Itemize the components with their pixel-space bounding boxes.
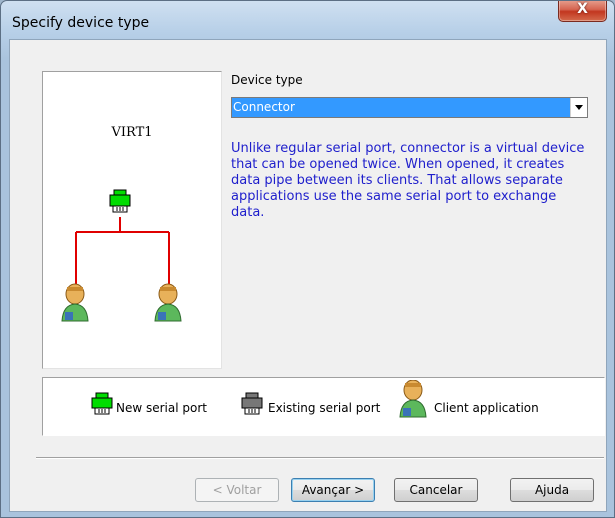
link-lines bbox=[75, 217, 170, 285]
new-serial-port-icon bbox=[109, 189, 131, 213]
new-serial-port-icon bbox=[91, 392, 113, 415]
chevron-down-icon bbox=[575, 105, 583, 110]
existing-serial-port-icon bbox=[241, 392, 263, 415]
legend-panel: New serial port Existing serial port Cli… bbox=[42, 377, 605, 436]
client-app-icon bbox=[399, 380, 427, 418]
close-button[interactable]: X bbox=[558, 1, 607, 22]
cancel-button[interactable]: Cancelar bbox=[394, 478, 478, 502]
device-type-label: Device type bbox=[231, 73, 303, 87]
next-button[interactable]: Avançar > bbox=[291, 478, 375, 502]
legend-new-port-label: New serial port bbox=[116, 401, 207, 415]
client-app-icon-left bbox=[61, 283, 89, 322]
back-button[interactable]: < Voltar bbox=[195, 478, 279, 502]
client-app-icon-right bbox=[154, 283, 182, 322]
legend-client-app-label: Client application bbox=[434, 401, 539, 415]
device-diagram: VIRT1 bbox=[42, 71, 222, 369]
dropdown-arrow-button[interactable] bbox=[570, 98, 587, 117]
separator-line bbox=[36, 457, 604, 459]
device-type-select[interactable]: Connector bbox=[231, 97, 588, 118]
device-type-selected-value: Connector bbox=[233, 100, 295, 114]
dialog-body: VIRT1 Device type Connector Unlike regul… bbox=[9, 39, 607, 512]
connection-diagram bbox=[61, 189, 182, 322]
close-icon: X bbox=[577, 1, 588, 17]
help-button[interactable]: Ajuda bbox=[510, 478, 594, 502]
dialog-window: Specify device type X VIRT1 Device type … bbox=[0, 0, 615, 518]
title-bar[interactable]: Specify device type X bbox=[1, 1, 614, 39]
window-title: Specify device type bbox=[12, 15, 150, 31]
device-type-description: Unlike regular serial port, connector is… bbox=[231, 141, 585, 220]
legend-existing-port-label: Existing serial port bbox=[268, 401, 381, 415]
